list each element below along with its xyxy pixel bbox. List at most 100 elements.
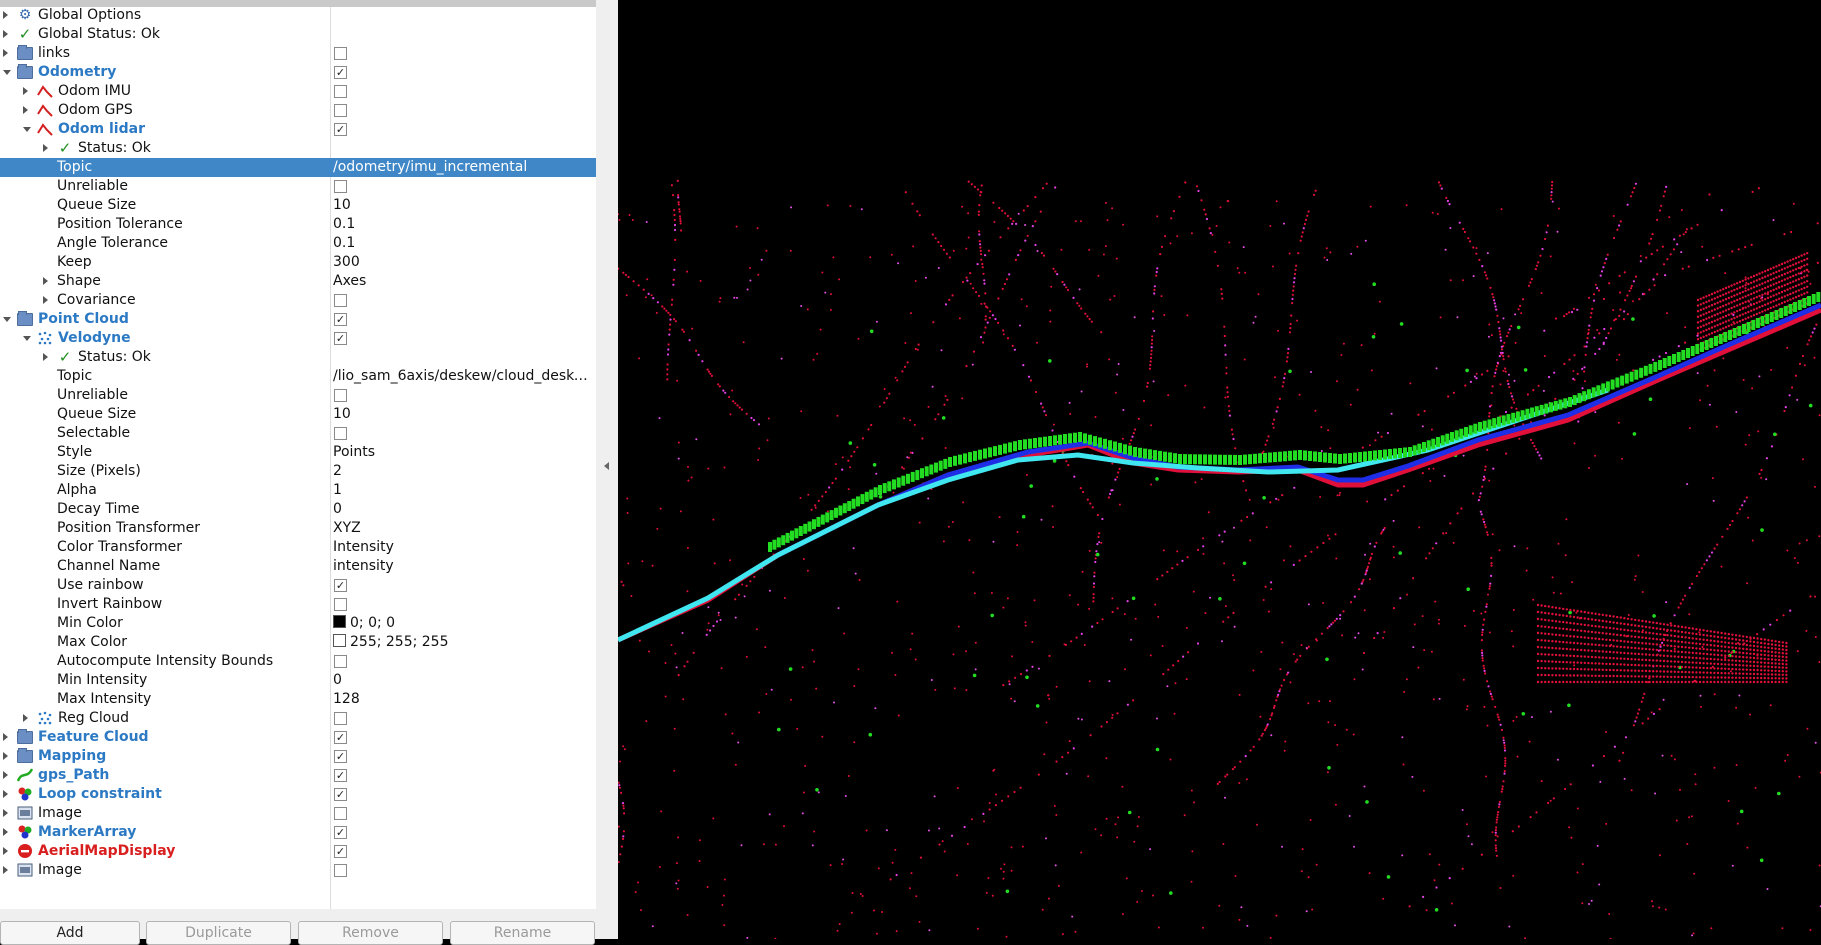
expand-closed-icon[interactable] — [3, 733, 8, 741]
tree-row[interactable]: ✓ Global Status: Ok — [0, 25, 596, 44]
property-value[interactable]: Points — [333, 444, 375, 461]
property-value[interactable]: 0.1 — [333, 235, 355, 252]
tree-row[interactable]: Mapping ✓ — [0, 747, 596, 766]
tree-row[interactable]: Odometry ✓ — [0, 63, 596, 82]
expand-closed-icon[interactable] — [3, 847, 8, 855]
property-value[interactable]: 10 — [333, 406, 351, 423]
tree-row[interactable]: links — [0, 44, 596, 63]
enabled-checkbox[interactable]: ✓ — [334, 731, 347, 744]
enabled-checkbox[interactable] — [334, 598, 347, 611]
property-value[interactable]: Intensity — [333, 539, 394, 556]
tree-row[interactable]: Angle Tolerance 0.1 — [0, 234, 596, 253]
tree-row[interactable]: Feature Cloud ✓ — [0, 728, 596, 747]
tree-row[interactable]: Unreliable — [0, 386, 596, 405]
property-value[interactable]: intensity — [333, 558, 394, 575]
property-value[interactable]: 0 — [333, 672, 342, 689]
tree-row[interactable]: Covariance — [0, 291, 596, 310]
enabled-checkbox[interactable] — [334, 712, 347, 725]
remove-button[interactable]: Remove — [298, 921, 443, 945]
duplicate-button[interactable]: Duplicate — [146, 921, 291, 945]
property-value[interactable]: 300 — [333, 254, 360, 271]
property-value[interactable]: 10 — [333, 197, 351, 214]
tree-row[interactable]: Unreliable — [0, 177, 596, 196]
tree-row[interactable]: Reg Cloud — [0, 709, 596, 728]
enabled-checkbox[interactable]: ✓ — [334, 579, 347, 592]
expand-closed-icon[interactable] — [3, 790, 8, 798]
enabled-checkbox[interactable] — [334, 294, 347, 307]
tree-row[interactable]: Invert Rainbow — [0, 595, 596, 614]
tree-row[interactable]: AerialMapDisplay ✓ — [0, 842, 596, 861]
property-value[interactable]: 1 — [333, 482, 342, 499]
tree-row[interactable]: Selectable — [0, 424, 596, 443]
tree-row[interactable]: Odom IMU — [0, 82, 596, 101]
property-value[interactable]: XYZ — [333, 520, 361, 537]
enabled-checkbox[interactable]: ✓ — [334, 332, 347, 345]
enabled-checkbox[interactable] — [334, 389, 347, 402]
enabled-checkbox[interactable]: ✓ — [334, 313, 347, 326]
enabled-checkbox[interactable]: ✓ — [334, 123, 347, 136]
expand-closed-icon[interactable] — [3, 828, 8, 836]
enabled-checkbox[interactable] — [334, 47, 347, 60]
property-value[interactable]: 0 — [333, 501, 342, 518]
enabled-checkbox[interactable] — [334, 427, 347, 440]
collapse-arrow-icon[interactable] — [604, 462, 609, 470]
display-tree[interactable]: ⚙ Global Options ✓ Global Status: Ok links Od… — [0, 7, 597, 909]
expand-closed-icon[interactable] — [3, 49, 8, 57]
panel-splitter[interactable] — [596, 0, 618, 939]
expand-closed-icon[interactable] — [3, 809, 8, 817]
tree-row[interactable]: Image — [0, 861, 596, 880]
expand-closed-icon[interactable] — [3, 771, 8, 779]
property-value[interactable]: /lio_sam_6axis/deskew/cloud_deskewed — [333, 368, 595, 385]
enabled-checkbox[interactable] — [334, 655, 347, 668]
tree-row[interactable]: Decay Time 0 — [0, 500, 596, 519]
tree-row[interactable]: Alpha 1 — [0, 481, 596, 500]
tree-row[interactable]: MarkerArray ✓ — [0, 823, 596, 842]
tree-row[interactable]: Queue Size 10 — [0, 196, 596, 215]
enabled-checkbox[interactable] — [334, 864, 347, 877]
property-value[interactable]: /odometry/imu_incremental — [333, 159, 527, 176]
expand-closed-icon[interactable] — [3, 866, 8, 874]
tree-row[interactable]: ⚙ Global Options — [0, 7, 596, 25]
tree-row[interactable]: Loop constraint ✓ — [0, 785, 596, 804]
tree-row[interactable]: Odom lidar ✓ — [0, 120, 596, 139]
enabled-checkbox[interactable] — [334, 807, 347, 820]
tree-row[interactable]: Max Color 255; 255; 255 — [0, 633, 596, 652]
rename-button[interactable]: Rename — [450, 921, 595, 945]
enabled-checkbox[interactable]: ✓ — [334, 769, 347, 782]
expand-closed-icon[interactable] — [43, 296, 48, 304]
property-value[interactable]: 0; 0; 0 — [333, 615, 395, 632]
tree-row[interactable]: Autocompute Intensity Bounds — [0, 652, 596, 671]
expand-closed-icon[interactable] — [43, 144, 48, 152]
render-canvas[interactable] — [618, 0, 1821, 939]
enabled-checkbox[interactable] — [334, 180, 347, 193]
expand-closed-icon[interactable] — [23, 714, 28, 722]
tree-row[interactable]: Color Transformer Intensity — [0, 538, 596, 557]
property-value[interactable]: 128 — [333, 691, 360, 708]
enabled-checkbox[interactable] — [334, 85, 347, 98]
tree-row[interactable]: Max Intensity 128 — [0, 690, 596, 709]
expand-closed-icon[interactable] — [43, 353, 48, 361]
expand-closed-icon[interactable] — [23, 106, 28, 114]
expand-closed-icon[interactable] — [23, 87, 28, 95]
expand-closed-icon[interactable] — [3, 752, 8, 760]
tree-row[interactable]: Style Points — [0, 443, 596, 462]
tree-row[interactable]: Topic/lio_sam_6axis/deskew/cloud_deskewe… — [0, 367, 596, 386]
expand-closed-icon[interactable] — [3, 11, 8, 19]
tree-row[interactable]: ✓ Status: Ok — [0, 348, 596, 367]
expand-open-icon[interactable] — [23, 127, 31, 132]
expand-open-icon[interactable] — [23, 336, 31, 341]
expand-open-icon[interactable] — [3, 70, 11, 75]
property-value[interactable]: Axes — [333, 273, 366, 290]
add-button[interactable]: Add — [0, 921, 140, 945]
tree-row[interactable]: Topic/odometry/imu_incremental — [0, 158, 596, 177]
tree-row[interactable]: Keep 300 — [0, 253, 596, 272]
tree-row[interactable]: Odom GPS — [0, 101, 596, 120]
tree-row[interactable]: Min Intensity 0 — [0, 671, 596, 690]
enabled-checkbox[interactable]: ✓ — [334, 66, 347, 79]
tree-row[interactable]: Min Color 0; 0; 0 — [0, 614, 596, 633]
tree-row[interactable]: gps_Path ✓ — [0, 766, 596, 785]
tree-row[interactable]: ✓ Status: Ok — [0, 139, 596, 158]
tree-row[interactable]: Image — [0, 804, 596, 823]
property-value[interactable]: 2 — [333, 463, 342, 480]
enabled-checkbox[interactable]: ✓ — [334, 845, 347, 858]
